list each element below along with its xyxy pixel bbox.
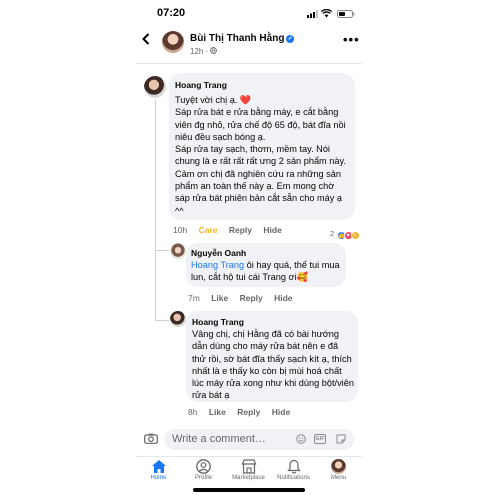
commenter-avatar[interactable] (170, 311, 186, 327)
nav-label: Home (150, 475, 167, 481)
hide-button[interactable]: Hide (274, 293, 292, 303)
post-header: Bùi Thị Thanh Hằng ✓ 12h · ••• (136, 28, 362, 64)
nav-label: Notifications (277, 475, 310, 481)
comment-text: Vâng chị, chị Hằng đã có bài hướng dẫn d… (192, 329, 354, 401)
comment-actions: 10h Care Reply Hide (173, 225, 291, 235)
author-avatar[interactable] (162, 31, 184, 53)
reaction-summary[interactable]: 2 👍♥ ☺ (329, 224, 360, 240)
thread-line (155, 100, 156, 320)
emoji-icon[interactable] (296, 434, 306, 446)
comment-time: 10h (173, 225, 188, 235)
post-time: 12h · (190, 47, 218, 56)
hide-button[interactable]: Hide (263, 225, 281, 235)
comment-author[interactable]: Nguyễn Oanh (191, 248, 246, 258)
comment-paragraph: Sáp rửa tay sạch, thơm, mềm tay. Nói chu… (175, 144, 346, 216)
menu-avatar-icon (331, 459, 346, 474)
home-icon (151, 460, 166, 473)
back-icon[interactable] (142, 33, 150, 49)
commenter-avatar[interactable] (144, 76, 166, 98)
post-time-text: 12h · (190, 47, 211, 56)
bell-icon (286, 459, 301, 474)
marketplace-icon (241, 459, 256, 474)
verified-badge-icon: ✓ (286, 35, 295, 43)
comment-composer: Write a comment… GIF (136, 425, 362, 453)
nav-marketplace[interactable]: Marketplace (226, 459, 271, 481)
reply-button[interactable]: Reply (240, 293, 263, 303)
comment-author[interactable]: Hoang Trang (175, 80, 227, 90)
author-name[interactable]: Bùi Thị Thanh Hằng ✓ (190, 33, 295, 44)
hide-button[interactable]: Hide (272, 407, 290, 417)
nav-profile[interactable]: Profile (181, 459, 226, 481)
reaction-count: 2 (330, 229, 335, 238)
profile-icon (196, 459, 211, 474)
comment-text: Hoang Trang ôi hay quá, thế tui mua lun,… (191, 259, 341, 284)
comment-actions: 8h Like Reply Hide (188, 407, 299, 417)
comment-actions: 7m Like Reply Hide (188, 293, 302, 303)
more-options-button[interactable]: ••• (343, 32, 360, 47)
wifi-icon (321, 9, 332, 18)
comment-time: 8h (188, 407, 198, 417)
reply-button[interactable]: Reply (229, 225, 252, 235)
nav-home[interactable]: Home (136, 459, 181, 481)
gif-icon[interactable]: GIF (314, 434, 326, 444)
care-reaction-icon: ☺ (350, 231, 360, 240)
sticker-icon[interactable] (336, 434, 346, 446)
nav-label: Profile (194, 475, 212, 481)
globe-icon (210, 47, 218, 54)
signal-icon (307, 10, 318, 18)
phone-screen: 07:20 Bùi Thị Thanh Hằng ✓ 12h · ••• Hoa… (136, 0, 362, 498)
reply-button[interactable]: Reply (237, 407, 260, 417)
mention-link[interactable]: Hoang Trang (191, 260, 244, 270)
thread-connector (155, 320, 169, 321)
commenter-avatar[interactable] (170, 243, 186, 259)
nav-label: Marketplace (232, 475, 265, 481)
nav-menu[interactable]: Menu (316, 459, 361, 481)
like-button[interactable]: Like (211, 293, 228, 303)
comment-text: Tuyệt vời chị ạ. ❤️ Sáp rửa bát e rửa bằ… (175, 94, 351, 217)
thread-connector (155, 250, 169, 251)
battery-icon (337, 10, 355, 18)
comment-placeholder: Write a comment… (172, 433, 266, 445)
status-bar: 07:20 (136, 6, 362, 22)
comment-paragraph: Tuyệt vời chị ạ. ❤️ (175, 95, 252, 105)
comment-paragraph: Sáp rửa bát e rửa bằng máy, e cắt bằng v… (175, 107, 346, 142)
comment-input[interactable]: Write a comment… GIF (164, 429, 354, 450)
nav-label: Menu (330, 475, 346, 481)
status-time: 07:20 (157, 7, 186, 19)
camera-icon[interactable] (144, 433, 158, 444)
author-name-text[interactable]: Bùi Thị Thanh Hằng (190, 33, 284, 44)
like-button[interactable]: Like (209, 407, 226, 417)
comment-time: 7m (188, 293, 200, 303)
home-indicator (193, 488, 305, 492)
nav-notifications[interactable]: Notifications (271, 459, 316, 481)
care-reaction-button[interactable]: Care (199, 225, 218, 235)
comment-author[interactable]: Hoang Trang (192, 317, 244, 327)
